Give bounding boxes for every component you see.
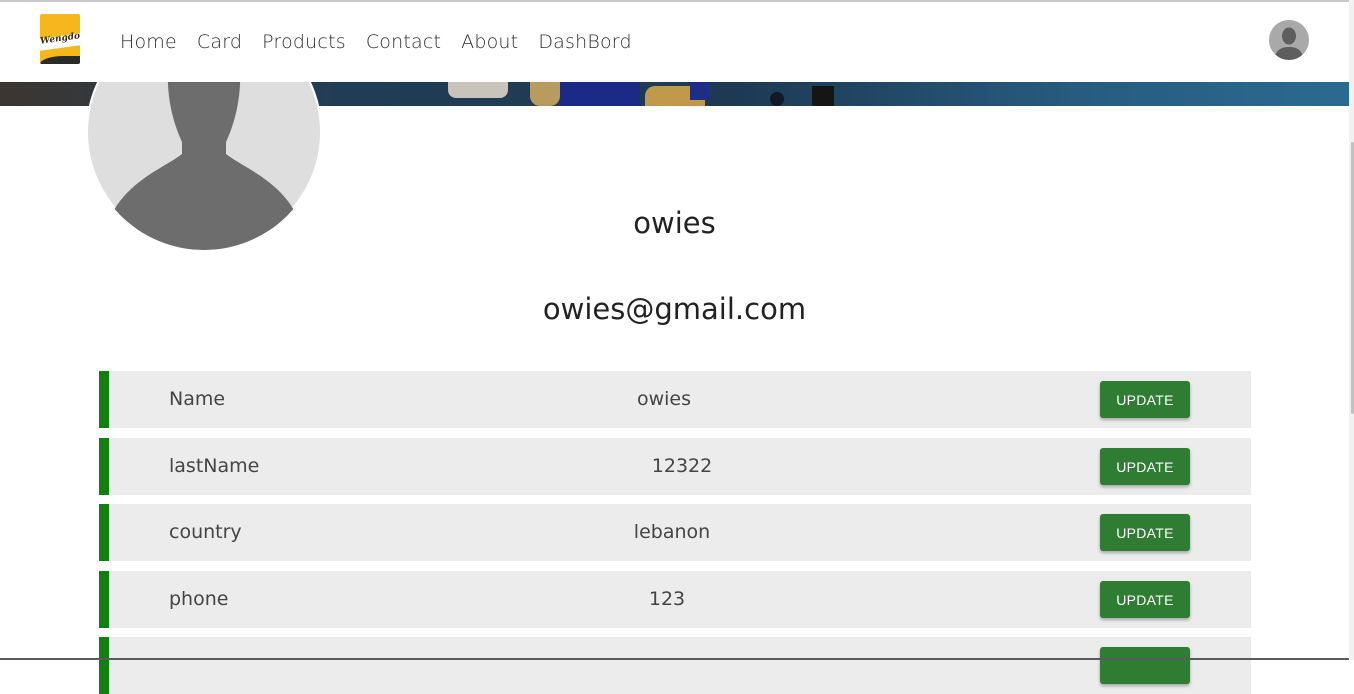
update-lastname-button[interactable]: UPDATE xyxy=(1100,448,1190,485)
row-value: 123 xyxy=(648,588,686,610)
update-country-button[interactable]: UPDATE xyxy=(1100,514,1190,551)
row-value: 12322 xyxy=(651,455,713,477)
row-value: lebanon xyxy=(633,521,711,543)
info-row-phone: phone 123 UPDATE xyxy=(99,571,1251,628)
row-label: phone xyxy=(169,588,229,610)
info-row-lastname: lastName 12322 UPDATE xyxy=(99,438,1251,495)
row-label: Name xyxy=(169,388,226,410)
update-phone-button[interactable]: UPDATE xyxy=(1100,581,1190,618)
nav-link-products[interactable]: Products xyxy=(262,31,346,53)
nav-link-dashbord[interactable]: DashBord xyxy=(538,31,631,53)
nav-link-home[interactable]: Home xyxy=(120,31,177,53)
nav-link-contact[interactable]: Contact xyxy=(366,31,441,53)
user-avatar-icon[interactable] xyxy=(1269,20,1309,60)
logo-wave xyxy=(40,56,80,64)
update-name-button[interactable]: UPDATE xyxy=(1100,381,1190,418)
update-partial-button[interactable] xyxy=(1100,647,1190,684)
row-label: country xyxy=(169,521,242,543)
info-row-partial xyxy=(99,637,1251,694)
navbar: Wengdo Home Card Products Contact About … xyxy=(0,2,1349,82)
row-label: lastName xyxy=(169,455,260,477)
nav-link-card[interactable]: Card xyxy=(197,31,242,53)
row-value: owies xyxy=(636,388,692,410)
profile-email: owies@gmail.com xyxy=(542,292,807,326)
brand-logo[interactable]: Wengdo xyxy=(40,14,80,64)
info-row-country: country lebanon UPDATE xyxy=(99,504,1251,561)
nav-link-about[interactable]: About xyxy=(461,31,518,53)
nav-links: Home Card Products Contact About DashBor… xyxy=(120,2,632,82)
info-row-name: Name owies UPDATE xyxy=(99,371,1251,428)
